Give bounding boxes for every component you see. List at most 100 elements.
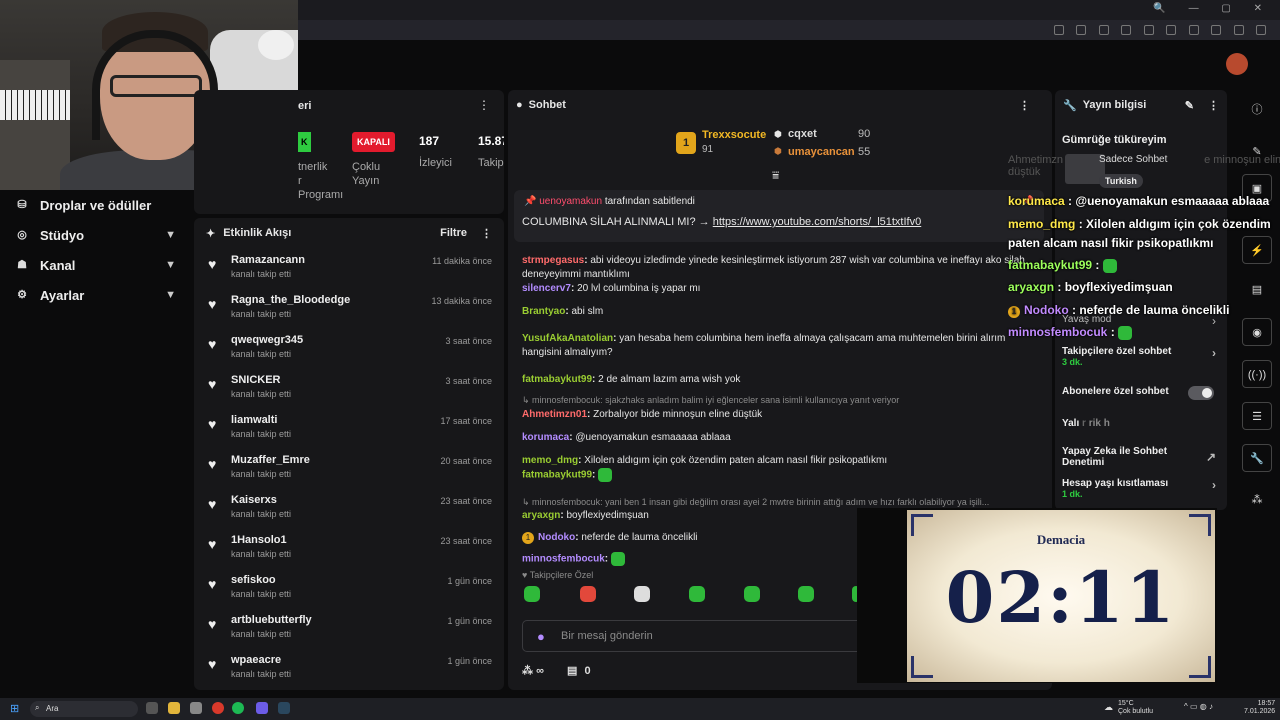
- extension-icon[interactable]: [1076, 25, 1087, 35]
- chat-username[interactable]: memo_dmg: [522, 455, 578, 466]
- emote[interactable]: [524, 586, 540, 602]
- list-item[interactable]: ♥ wpaeacre kanalı takip etti 1 gün önce: [194, 648, 504, 688]
- chat-username[interactable]: Brantyao: [522, 306, 565, 317]
- chat-username[interactable]: Ahmetimzn01: [522, 409, 587, 420]
- microphone-icon[interactable]: ●: [537, 629, 545, 644]
- toggle-switch[interactable]: [1188, 386, 1214, 400]
- chat-message[interactable]: fatmabaykut99: 2 de almam lazım ama wish…: [522, 373, 1032, 387]
- points-value[interactable]: ∞: [536, 665, 544, 677]
- pinned-message[interactable]: 📌 uenoyamakun tarafından sabitlendi 📌 CO…: [514, 190, 1044, 242]
- more-options-icon[interactable]: ⋮: [478, 98, 490, 112]
- list-item[interactable]: ♥ Ragna_the_Bloodedge kanalı takip etti 13 …: [194, 288, 504, 328]
- emote[interactable]: [598, 468, 613, 482]
- steam-icon[interactable]: [278, 702, 290, 714]
- setting-partial[interactable]: Yalı r rik h: [1062, 418, 1222, 429]
- extension-icon[interactable]: [1098, 25, 1109, 35]
- chat-username[interactable]: silencerv7: [522, 283, 571, 294]
- extension-icon[interactable]: [1166, 25, 1177, 35]
- list-item[interactable]: ♥ SNICKER kanalı takip etti 3 saat önce: [194, 368, 504, 408]
- leader-first-name[interactable]: Trexxsocute: [702, 129, 766, 141]
- leader-second-name[interactable]: cqxet: [788, 128, 817, 140]
- windows-start-icon[interactable]: ⊞: [10, 702, 19, 715]
- edit-icon[interactable]: ✎: [1185, 99, 1194, 112]
- info-icon[interactable]: ⓘ: [1242, 96, 1272, 124]
- app-icon[interactable]: [190, 702, 202, 714]
- tray-icons[interactable]: ^ ▭ ◍ ♪: [1184, 702, 1213, 711]
- extension-icon[interactable]: [1188, 25, 1199, 35]
- chat-username[interactable]: korumaca: [522, 432, 569, 443]
- user-avatar[interactable]: [1226, 53, 1248, 75]
- emote[interactable]: [798, 586, 814, 602]
- list-item[interactable]: ♥ qweqwegr345 kanalı takip etti 3 saat önce: [194, 328, 504, 368]
- layout-icon[interactable]: ☰: [1242, 402, 1272, 430]
- extension-icon[interactable]: [1233, 25, 1244, 35]
- expand-leaderboard-icon[interactable]: ⩸: [772, 168, 779, 183]
- follow-time: 1 gün önce: [447, 656, 492, 666]
- emote[interactable]: [580, 586, 596, 602]
- more-options-icon[interactable]: ⋮: [481, 227, 492, 240]
- emote[interactable]: [744, 586, 760, 602]
- chat-message[interactable]: strmpegasus: abi videoyu izledimde yined…: [522, 254, 1032, 282]
- chat-username[interactable]: YusufAkaAnatolian: [522, 333, 613, 344]
- chat-input[interactable]: ● Bir mesaj gönderin: [522, 620, 862, 652]
- task-view-icon[interactable]: [146, 702, 158, 714]
- extension-icon[interactable]: [1121, 25, 1132, 35]
- list-item[interactable]: ♥ liamwalti kanalı takip etti 17 saat önce: [194, 408, 504, 448]
- setting-label: Hesap yaşı kısıtlaması: [1062, 478, 1169, 489]
- chat-message[interactable]: fatmabaykut99:: [522, 468, 1032, 483]
- weather-widget[interactable]: 15°C Çok bulutlu: [1118, 700, 1153, 716]
- more-options-icon[interactable]: ⋮: [1019, 99, 1030, 112]
- chat-username[interactable]: fatmabaykut99: [522, 374, 592, 385]
- filter-button[interactable]: Filtre: [440, 227, 467, 239]
- extension-icon[interactable]: [1211, 25, 1222, 35]
- chat-message[interactable]: YusufAkaAnatolian: yan hesaba hem columb…: [522, 332, 1032, 360]
- chat-username[interactable]: aryaxgn: [522, 510, 560, 521]
- gift-icon[interactable]: ▤: [567, 665, 577, 677]
- taskbar-search[interactable]: ⌕ Ara: [30, 701, 138, 717]
- extension-icon[interactable]: [1053, 25, 1064, 35]
- extension-icon[interactable]: [1256, 25, 1266, 35]
- opera-icon[interactable]: [212, 702, 224, 714]
- broadcast-icon[interactable]: ((·)): [1242, 360, 1272, 388]
- wrench-icon[interactable]: 🔧: [1242, 444, 1272, 472]
- file-explorer-icon[interactable]: [168, 702, 180, 714]
- list-item[interactable]: ♥ artbluebutterfly kanalı takip etti 1 gün …: [194, 608, 504, 648]
- setting-subs-only[interactable]: Abonelere özel sohbet: [1062, 386, 1222, 400]
- emote[interactable]: [634, 586, 650, 602]
- list-item[interactable]: ♥ Kaiserxs kanalı takip etti 23 saat önce: [194, 488, 504, 528]
- window-controls[interactable]: 🔍 — ▢ ✕: [1153, 3, 1272, 14]
- emote[interactable]: [610, 552, 625, 566]
- sidebar-item-studio[interactable]: ◎ Stüdyo ▼: [0, 220, 190, 250]
- spotify-icon[interactable]: [232, 702, 244, 714]
- discord-icon[interactable]: [256, 702, 268, 714]
- chat-username[interactable]: Nodoko: [538, 532, 575, 543]
- chat-username[interactable]: strmpegasus: [522, 255, 584, 266]
- leader-third-name[interactable]: umaycancan: [788, 146, 855, 158]
- chat-message[interactable]: Brantyao: abi slm: [522, 305, 1032, 319]
- chat-message[interactable]: silencerv7: 20 lvl columbina iş yapar mı: [522, 282, 1032, 296]
- emote[interactable]: [689, 586, 705, 602]
- extension-icon[interactable]: [1143, 25, 1154, 35]
- setting-account-age[interactable]: Hesap yaşı kısıtlaması 1 dk. ›: [1062, 478, 1222, 499]
- list-item[interactable]: ♥ sefiskoo kanalı takip etti 1 gün önce: [194, 568, 504, 608]
- search-placeholder: Ara: [46, 704, 59, 713]
- chat-username[interactable]: fatmabaykut99: [522, 470, 592, 481]
- more-options-icon[interactable]: ⋮: [1208, 99, 1219, 112]
- list-item[interactable]: ♥ Muzaffer_Emre kanalı takip etti 20 saat ö…: [194, 448, 504, 488]
- pinned-link[interactable]: https://www.youtube.com/shorts/_l51txtIf…: [713, 216, 921, 228]
- list-item[interactable]: ♥ 1Hansolo1 kanalı takip etti 23 saat önce: [194, 528, 504, 568]
- chat-username[interactable]: minnosfembocuk: [522, 554, 605, 565]
- chat-message[interactable]: korumaca: @uenoyamakun esmaaaaa ablaaa: [522, 431, 1032, 445]
- status-badge[interactable]: KAPALI: [352, 132, 395, 152]
- multistream-label: Çoklu: [352, 161, 381, 173]
- list-item[interactable]: ♥ Ramazancann kanalı takip etti 11 dakika ö…: [194, 248, 504, 288]
- setting-ai-moderation[interactable]: Yapay Zeka ile Sohbet Denetimi ↗: [1062, 446, 1222, 468]
- chat-message[interactable]: Ahmetimzn01: Zorbalıyor bide minnoşun el…: [522, 408, 1032, 422]
- sidebar-item-settings[interactable]: ⚙ Ayarlar ▼: [0, 280, 190, 310]
- sidebar-item-drops[interactable]: ⛁ Droplar ve ödüller: [0, 190, 190, 220]
- chat-message[interactable]: memo_dmg: Xilolen aldıgım için çok özend…: [522, 454, 1032, 468]
- clock[interactable]: 18:57 7.01.2026: [1244, 700, 1275, 716]
- sidebar-item-channel[interactable]: ☗ Kanal ▼: [0, 250, 190, 280]
- pinner-name[interactable]: uenoyamakun: [539, 196, 602, 207]
- points-icon[interactable]: ⁂: [1242, 486, 1272, 514]
